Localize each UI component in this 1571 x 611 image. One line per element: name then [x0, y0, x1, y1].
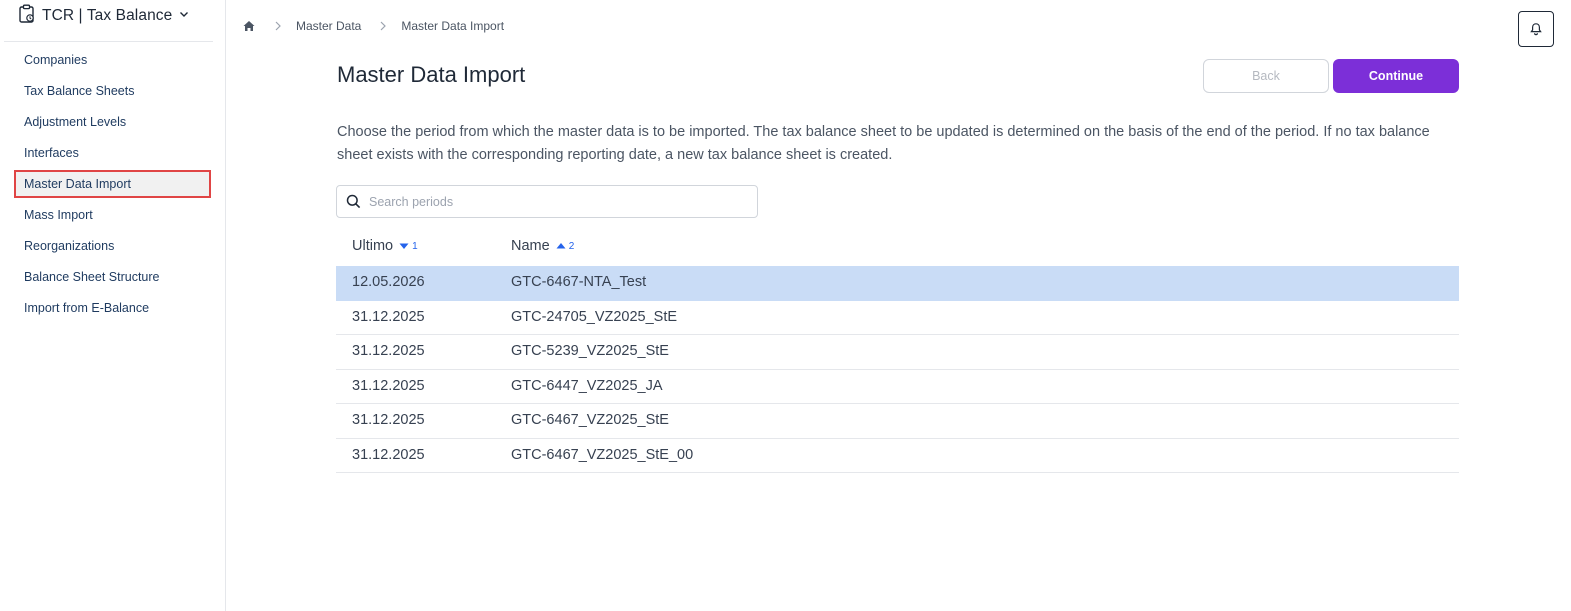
- app-title: TCR | Tax Balance: [42, 7, 173, 24]
- sidebar-divider: [4, 41, 213, 42]
- sort-desc-icon: [399, 243, 409, 249]
- sidebar-item-interfaces[interactable]: Interfaces: [14, 139, 211, 167]
- continue-button[interactable]: Continue: [1333, 59, 1459, 93]
- sidebar-item-import-from-e-balance[interactable]: Import from E-Balance: [14, 294, 211, 322]
- cell-ultimo: 31.12.2025: [352, 343, 425, 359]
- page-title: Master Data Import: [337, 62, 526, 87]
- sidebar-item-label: Balance Sheet Structure: [24, 270, 160, 284]
- breadcrumb-item-current: Master Data Import: [401, 19, 505, 33]
- breadcrumb-item-master-data[interactable]: Master Data: [296, 19, 361, 33]
- cell-ultimo: 31.12.2025: [352, 446, 425, 463]
- sidebar-item-label: Mass Import: [24, 208, 93, 222]
- sidebar-item-balance-sheet-structure[interactable]: Balance Sheet Structure: [14, 263, 211, 291]
- sidebar-item-label: Reorganizations: [24, 239, 115, 253]
- sidebar-item-mass-import[interactable]: Mass Import: [14, 201, 211, 229]
- clipboard-icon: [18, 4, 36, 29]
- home-icon[interactable]: [242, 19, 256, 33]
- search-input[interactable]: [367, 193, 731, 210]
- sidebar-item-label: Interfaces: [24, 146, 79, 160]
- cell-name: GTC-6447_VZ2025_JA: [511, 377, 663, 394]
- cell-ultimo: 12.05.2026: [352, 274, 425, 290]
- cell-name: GTC-6467_VZ2025_StE_00: [511, 446, 694, 463]
- sidebar-item-adjustment-levels[interactable]: Adjustment Levels: [14, 108, 211, 136]
- chevron-right-icon: [274, 21, 282, 31]
- table-row[interactable]: 31.12.2025 GTC-6467_VZ2025_StE_00: [336, 439, 1459, 473]
- column-header-label: Ultimo: [352, 238, 394, 254]
- cell-name: GTC-24705_VZ2025_StE: [511, 308, 678, 325]
- chevron-right-icon: [379, 21, 387, 31]
- app-switcher[interactable]: TCR | Tax Balance: [18, 4, 190, 28]
- column-header-name[interactable]: Name 2: [511, 238, 574, 254]
- sidebar-item-master-data-import[interactable]: Master Data Import: [14, 170, 211, 198]
- table-row[interactable]: 31.12.2025 GTC-24705_VZ2025_StE: [336, 301, 1459, 335]
- column-header-ultimo[interactable]: Ultimo 1: [352, 238, 418, 254]
- breadcrumb: Master Data Master Data Import: [242, 16, 504, 36]
- chevron-down-icon: [178, 7, 190, 25]
- sidebar-item-companies[interactable]: Companies: [14, 46, 211, 74]
- sidebar-item-tax-balance-sheets[interactable]: Tax Balance Sheets: [14, 77, 211, 105]
- page-description: Choose the period from which the master …: [337, 124, 1430, 163]
- sidebar-item-label: Master Data Import: [24, 177, 131, 191]
- sort-indicator-ultimo: 1: [399, 241, 418, 252]
- cell-name: GTC-5239_VZ2025_StE: [511, 343, 669, 359]
- sidebar-item-label: Adjustment Levels: [24, 115, 127, 129]
- sort-asc-icon: [556, 243, 566, 249]
- sort-order: 1: [412, 240, 418, 252]
- table-row[interactable]: 31.12.2025 GTC-6447_VZ2025_JA: [336, 370, 1459, 404]
- table-body: 12.05.2026 GTC-6467-NTA_Test 31.12.2025 …: [336, 266, 1459, 473]
- sort-indicator-name: 2: [556, 240, 575, 252]
- table-row[interactable]: 31.12.2025 GTC-5239_VZ2025_StE: [336, 335, 1459, 370]
- cell-name: GTC-6467-NTA_Test: [511, 274, 647, 290]
- cell-ultimo: 31.12.2025: [352, 308, 425, 325]
- back-button[interactable]: Back: [1203, 59, 1329, 93]
- search-box: [336, 185, 758, 218]
- sidebar-nav: Companies Tax Balance Sheets Adjustment …: [14, 46, 211, 325]
- sidebar-item-label: Tax Balance Sheets: [24, 84, 135, 98]
- sidebar-item-label: Companies: [24, 53, 88, 67]
- cell-ultimo: 31.12.2025: [352, 377, 425, 394]
- sidebar-item-reorganizations[interactable]: Reorganizations: [14, 232, 211, 260]
- bell-icon: [1529, 22, 1543, 36]
- search-icon: [346, 194, 361, 209]
- sidebar: TCR | Tax Balance Companies Tax Balance …: [0, 0, 226, 611]
- sort-order: 2: [568, 240, 575, 252]
- sidebar-item-label: Import from E-Balance: [24, 301, 150, 315]
- column-header-label: Name: [511, 238, 550, 254]
- table-row[interactable]: 31.12.2025 GTC-6467_VZ2025_StE: [336, 404, 1459, 439]
- notifications-button[interactable]: [1518, 11, 1554, 47]
- table-header: Ultimo 1 Name 2: [336, 230, 1459, 266]
- table-row[interactable]: 12.05.2026 GTC-6467-NTA_Test: [336, 266, 1459, 301]
- cell-ultimo: 31.12.2025: [352, 412, 425, 428]
- periods-table: Ultimo 1 Name 2 12.05.2026 GTC-6467-NTA_…: [336, 230, 1459, 473]
- cell-name: GTC-6467_VZ2025_StE: [511, 412, 669, 428]
